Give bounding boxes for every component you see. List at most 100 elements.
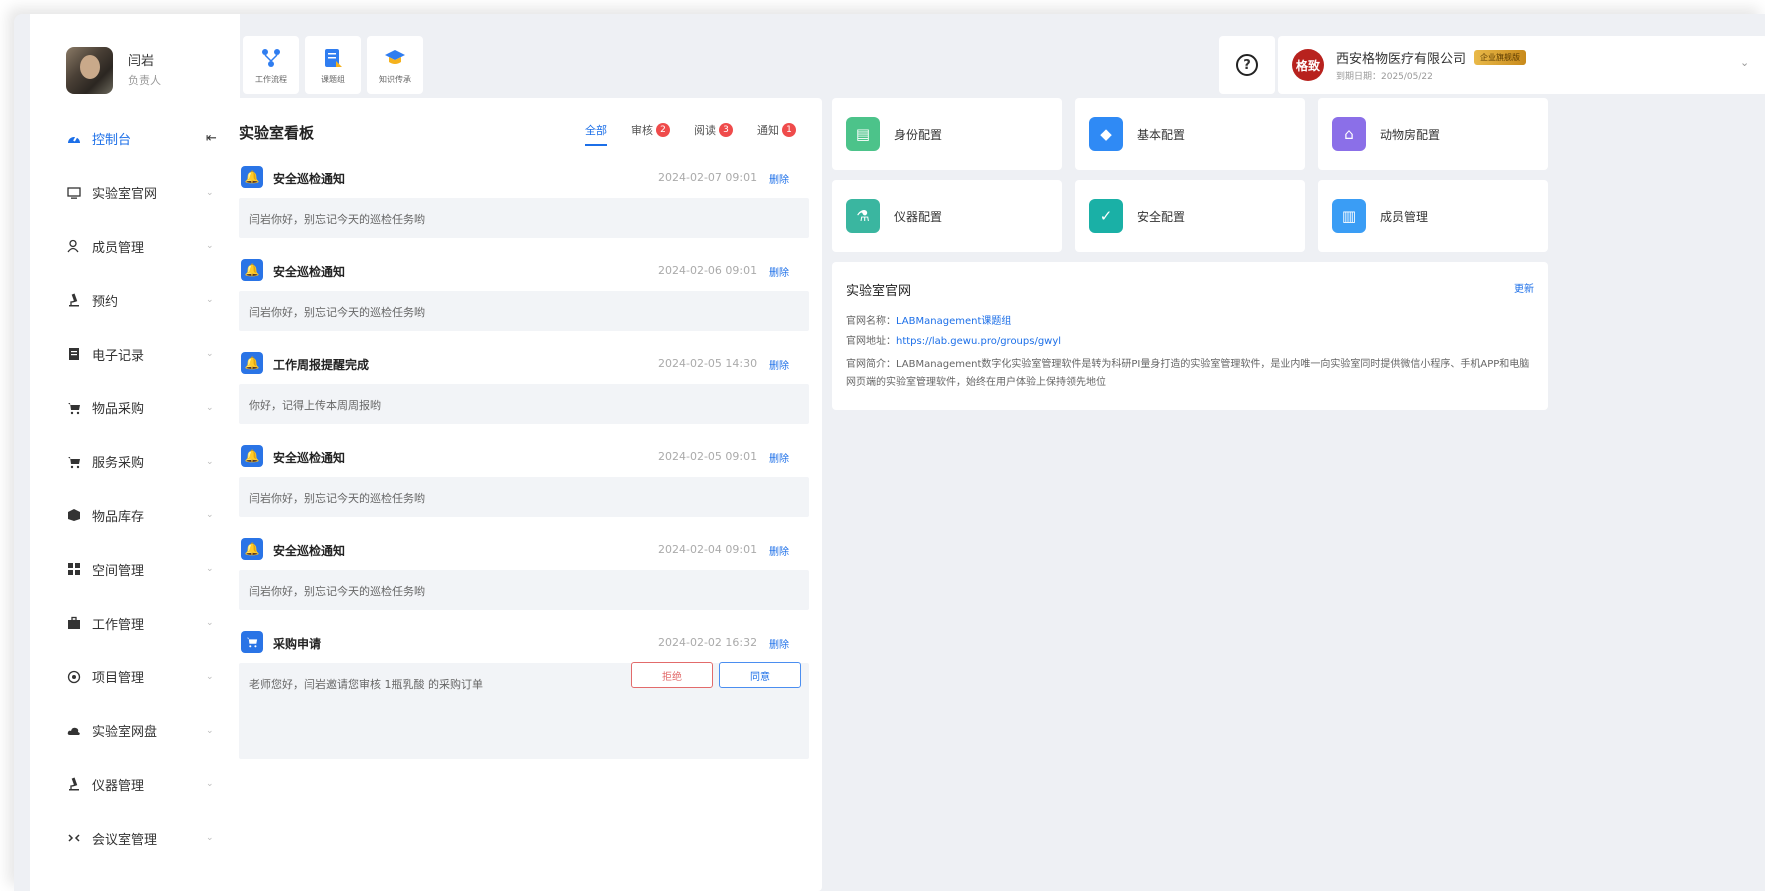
message-item: 🔔 安全巡检通知 2024-02-06 09:01 删除 闫岩你好，别忘记今天的… — [239, 255, 809, 331]
tab-review[interactable]: 审核 2 — [631, 122, 670, 138]
meeting-icon — [66, 830, 82, 846]
chevron-down-icon: ⌄ — [206, 456, 214, 467]
tool-label: 知识传承 — [379, 74, 411, 84]
chevron-down-icon: ⌄ — [206, 833, 214, 844]
sidebar-item-label: 服务采购 — [92, 456, 145, 472]
update-link[interactable]: 更新 — [1514, 280, 1534, 295]
microscope-icon: ⚗ — [846, 199, 880, 233]
house-icon: ⌂ — [1332, 117, 1366, 151]
id-card-icon: ▤ — [846, 117, 880, 151]
message-date: 2024-02-06 09:01 — [658, 264, 758, 277]
cart-icon — [66, 400, 82, 416]
card-basic-config[interactable]: ◆ 基本配置 — [1075, 98, 1305, 170]
site-name-link[interactable]: LABManagement课题组 — [896, 316, 1011, 327]
chevron-down-icon: ⌄ — [206, 187, 214, 198]
message-item: 🔔 工作周报提醒完成 2024-02-05 14:30 删除 你好，记得上传本周… — [239, 348, 809, 424]
reject-button[interactable]: 拒绝 — [631, 662, 713, 688]
bell-icon: 🔔 — [241, 352, 263, 374]
count-badge: 3 — [719, 123, 733, 137]
sidebar-item-label: 物品库存 — [92, 509, 145, 525]
message-date: 2024-02-02 16:32 — [658, 636, 758, 649]
tab-notice[interactable]: 通知 1 — [757, 122, 796, 138]
message-date: 2024-02-07 09:01 — [658, 171, 758, 184]
org-switcher[interactable]: 格致 西安格物医疗有限公司 企业旗舰版 到期日期：2025/05/22 ⌄ — [1278, 36, 1765, 94]
site-name-row: 官网名称：LABManagement课题组 — [846, 312, 1011, 327]
help-button[interactable]: ? — [1219, 36, 1275, 94]
message-body: 闫岩你好，别忘记今天的巡检任务哟 — [239, 198, 809, 238]
sidebar-item-inventory[interactable]: 物品库存 ⌄ — [30, 489, 240, 543]
tab-read[interactable]: 阅读 3 — [694, 122, 733, 138]
sidebar-item-members[interactable]: 成员管理 ⌄ — [30, 220, 240, 274]
card-member-management[interactable]: ▥ 成员管理 — [1318, 180, 1548, 252]
card-label: 身份配置 — [894, 127, 943, 142]
card-security-config[interactable]: ✓ 安全配置 — [1075, 180, 1305, 252]
sidebar-item-work[interactable]: 工作管理 ⌄ — [30, 596, 240, 650]
cart-icon — [66, 454, 82, 470]
quick-toolbar: 工作流程 课题组 知识传承 — [243, 36, 423, 96]
tool-knowledge-button[interactable]: 知识传承 — [367, 36, 423, 94]
chevron-down-icon: ⌄ — [206, 725, 214, 736]
card-identity-config[interactable]: ▤ 身份配置 — [832, 98, 1062, 170]
chevron-down-icon: ⌄ — [206, 349, 214, 360]
delete-link[interactable]: 删除 — [769, 543, 789, 558]
sidebar-item-space[interactable]: 空间管理 ⌄ — [30, 542, 240, 596]
user-block[interactable]: 闫岩 负责人 — [30, 14, 240, 106]
sidebar-item-lab-website[interactable]: 实验室官网 ⌄ — [30, 166, 240, 220]
message-item: 🔔 安全巡检通知 2024-02-07 09:01 删除 闫岩你好，别忘记今天的… — [239, 162, 809, 238]
sidebar-item-lab-drive[interactable]: 实验室网盘 ⌄ — [30, 704, 240, 758]
card-animal-room-config[interactable]: ⌂ 动物房配置 — [1318, 98, 1548, 170]
tab-label: 阅读 — [694, 124, 716, 137]
chevron-down-icon: ⌄ — [206, 618, 214, 629]
sidebar-item-e-records[interactable]: 电子记录 ⌄ — [30, 327, 240, 381]
sidebar-item-instruments[interactable]: 仪器管理 ⌄ — [30, 758, 240, 812]
sidebar-item-dashboard[interactable]: 控制台 ⇤ — [30, 112, 240, 166]
site-url-row: 官网地址：https://lab.gewu.pro/groups/gwyl — [846, 332, 1061, 347]
document-icon — [66, 346, 82, 362]
workflow-icon — [259, 46, 283, 70]
delete-link[interactable]: 删除 — [769, 171, 789, 186]
sidebar-item-label: 实验室网盘 — [92, 725, 158, 741]
agree-button[interactable]: 同意 — [719, 662, 801, 688]
tool-workflow-button[interactable]: 工作流程 — [243, 36, 299, 94]
chart-image-icon: ▥ — [1332, 199, 1366, 233]
user-name: 闫岩 — [128, 54, 155, 69]
site-url-link[interactable]: https://lab.gewu.pro/groups/gwyl — [896, 336, 1061, 347]
org-name: 西安格物医疗有限公司 — [1336, 52, 1467, 67]
sidebar-item-projects[interactable]: 项目管理 ⌄ — [30, 650, 240, 704]
delete-link[interactable]: 删除 — [769, 264, 789, 279]
sidebar-item-label: 工作管理 — [92, 617, 145, 633]
delete-link[interactable]: 删除 — [769, 450, 789, 465]
chevron-down-icon: ⌄ — [206, 295, 214, 306]
sidebar: 闫岩 负责人 控制台 ⇤ 实验室官网 ⌄ 成员管理 ⌄ 预约 ⌄ 电子记录 ⌄ … — [30, 14, 240, 891]
briefcase-icon — [66, 615, 82, 631]
collapse-left-icon[interactable]: ⇤ — [206, 131, 217, 146]
delete-link[interactable]: 删除 — [769, 357, 789, 372]
sidebar-item-service-purchase[interactable]: 服务采购 ⌄ — [30, 435, 240, 489]
project-icon — [66, 669, 82, 685]
card-label: 成员管理 — [1380, 209, 1429, 224]
card-instrument-config[interactable]: ⚗ 仪器配置 — [832, 180, 1062, 252]
message-date: 2024-02-04 09:01 — [658, 543, 758, 556]
sidebar-item-label: 成员管理 — [92, 240, 145, 256]
card-label: 仪器配置 — [894, 209, 943, 224]
sidebar-item-label: 仪器管理 — [92, 778, 145, 794]
tab-all[interactable]: 全部 — [585, 122, 607, 146]
message-title: 安全巡检通知 — [273, 451, 346, 465]
sidebar-item-goods-purchase[interactable]: 物品采购 ⌄ — [30, 381, 240, 435]
avatar[interactable] — [66, 47, 113, 94]
message-title: 工作周报提醒完成 — [273, 358, 370, 372]
chevron-down-icon: ⌄ — [206, 564, 214, 575]
sidebar-item-label: 预约 — [92, 294, 119, 310]
user-icon — [66, 238, 82, 254]
site-intro-label: 官网简介： — [846, 359, 896, 370]
sidebar-item-booking[interactable]: 预约 ⌄ — [30, 273, 240, 327]
board-tabs: 全部 审核 2 阅读 3 通知 1 — [585, 122, 796, 146]
delete-link[interactable]: 删除 — [769, 636, 789, 651]
sidebar-item-label: 物品采购 — [92, 402, 145, 418]
bell-icon: 🔔 — [241, 538, 263, 560]
tool-group-button[interactable]: 课题组 — [305, 36, 361, 94]
sidebar-item-meeting-rooms[interactable]: 会议室管理 ⌄ — [30, 811, 240, 865]
cloud-icon — [66, 723, 82, 739]
sidebar-item-label: 空间管理 — [92, 563, 145, 579]
site-intro: 官网简介：LABManagement数字化实验室管理软件是转为科研PI量身打造的… — [846, 356, 1536, 392]
